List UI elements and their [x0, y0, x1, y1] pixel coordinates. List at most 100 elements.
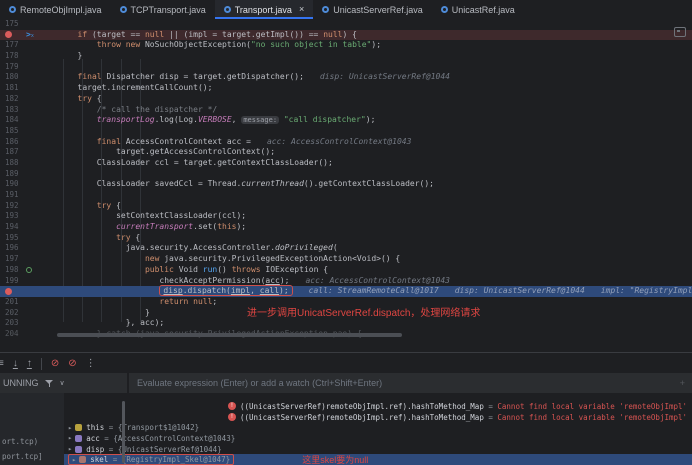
more-icon[interactable]: ⋮ [86, 359, 96, 369]
thread-item[interactable]: port.tcp] [2, 452, 43, 461]
code-token: new [145, 254, 159, 263]
code-text: final AccessControlContext acc =acc: Acc… [39, 137, 692, 148]
code-line-196[interactable]: 196 java.security.AccessController.doPri… [0, 243, 692, 254]
code-line-181[interactable]: 181 target.incrementCallCount(); [0, 83, 692, 94]
tab-unicastref-java[interactable]: UnicastRef.java [432, 0, 524, 19]
line-number: 195 [0, 233, 26, 244]
step-into-icon[interactable]: ↓ [13, 359, 18, 369]
mute-breakpoints-icon[interactable]: ⊘ [51, 359, 59, 369]
code-line-176[interactable]: >x if (target == null || (impl = target.… [0, 30, 692, 41]
gutter [26, 94, 39, 105]
code-token: transportLog [97, 115, 155, 124]
code-line-192[interactable]: 192 try { [0, 201, 692, 212]
gutter [26, 190, 39, 201]
evaluate-expression-input[interactable]: Evaluate expression (Enter) or add a wat… [129, 378, 692, 388]
code-token: null [145, 30, 164, 39]
code-line-185[interactable]: 185 [0, 126, 692, 137]
code-line-183[interactable]: 183 /* call the dispatcher */ [0, 105, 692, 116]
tab-transport-java[interactable]: Transport.java× [215, 0, 313, 19]
code-text: final Dispatcher disp = target.getDispat… [39, 72, 692, 83]
chevron-down-icon[interactable]: ∨ [60, 379, 65, 387]
editor-widget-icon[interactable] [674, 27, 686, 37]
variable-row-acc[interactable]: ▸acc = {AccessControlContext@1043} [64, 433, 692, 444]
variable-row-disp[interactable]: ▸disp = {UnicastServerRef@1044} [64, 444, 692, 455]
variable-name: acc [86, 434, 100, 443]
code-line-177[interactable]: 177 throw new NoSuchObjectException("no … [0, 40, 692, 51]
step-out-icon[interactable]: ↑ [27, 359, 32, 369]
code-line-178[interactable]: 178 } [0, 51, 692, 62]
code-line-184[interactable]: 184 transportLog.log(Log.VERBOSE, messag… [0, 115, 692, 126]
line-number: 182 [0, 94, 26, 105]
debug-header-row: UNNING ∨ Evaluate expression (Enter) or … [0, 373, 692, 393]
code-line-199[interactable]: 199 checkAcceptPermission(acc);acc: Acce… [0, 276, 692, 287]
code-token: || (impl = target.getImpl()) == [164, 30, 323, 39]
code-text: transportLog.log(Log.VERBOSE, message: "… [39, 115, 692, 126]
code-line-187[interactable]: 187 target.getAccessControlContext(); [0, 147, 692, 158]
threads-dropdown[interactable]: UNNING ∨ [0, 378, 73, 388]
code-token: Dispatcher disp = target.getDispatcher()… [102, 72, 304, 81]
code-line-195[interactable]: 195 try { [0, 233, 692, 244]
code-token: { [92, 94, 102, 103]
equals: = [484, 413, 498, 422]
code-line-198[interactable]: 198 public Void run() throws IOException… [0, 265, 692, 276]
variable-name: this [86, 423, 104, 432]
filter-icon[interactable] [45, 379, 54, 388]
breakpoint-icon[interactable] [5, 31, 12, 38]
debugger-inline-hint: call: StreamRemoteCall@1017 [309, 286, 439, 295]
java-class-icon [120, 6, 127, 13]
overrides-icon[interactable] [26, 267, 32, 273]
breakpoint-icon[interactable] [5, 288, 12, 295]
variable-row-this[interactable]: ▸this = {Transport$1@1042} [64, 422, 692, 433]
code-line-197[interactable]: 197 new java.security.PrivilegedExceptio… [0, 254, 692, 265]
settings-icon[interactable]: ≡ [0, 359, 4, 369]
error-icon: ! [228, 402, 236, 410]
code-token: , [232, 115, 242, 124]
line-number: 178 [0, 51, 26, 62]
code-line-186[interactable]: 186 final AccessControlContext acc =acc:… [0, 137, 692, 148]
code-line-179[interactable]: 179 [0, 62, 692, 73]
code-line-175[interactable]: 175 [0, 19, 692, 30]
gutter [26, 297, 39, 308]
watch-row[interactable]: !((UnicastServerRef)remoteObjImpl.ref).h… [64, 401, 692, 412]
chevron-right-icon[interactable]: ▸ [72, 456, 76, 464]
close-tab-icon[interactable]: × [299, 5, 304, 14]
remove-all-breakpoints-icon[interactable]: ⊘ [68, 359, 76, 369]
code-token: new [126, 40, 140, 49]
threads-panel[interactable]: ort.tcp) port.tcp] [0, 393, 64, 465]
thread-item[interactable]: ort.tcp) [2, 437, 38, 446]
variable-name: skel [90, 455, 108, 464]
line-number: 175 [0, 19, 26, 30]
tab-remoteobjimpl-java[interactable]: RemoteObjImpl.java [0, 0, 111, 19]
tab-unicastserverref-java[interactable]: UnicastServerRef.java [313, 0, 432, 19]
tab-tcptransport-java[interactable]: TCPTransport.java [111, 0, 215, 19]
code-line-180[interactable]: 180 final Dispatcher disp = target.getDi… [0, 72, 692, 83]
code-line-188[interactable]: 188 ClassLoader ccl = target.getContextC… [0, 158, 692, 169]
add-watch-icon[interactable]: + [680, 378, 685, 388]
code-line-193[interactable]: 193 setContextClassLoader(ccl); [0, 211, 692, 222]
chevron-right-icon[interactable]: ▸ [68, 434, 72, 442]
code-editor[interactable]: 175>x if (target == null || (impl = targ… [0, 19, 692, 352]
code-text: /* call the dispatcher */ [39, 105, 692, 116]
gutter [26, 72, 39, 83]
code-line-194[interactable]: 194 currentTransport.set(this); [0, 222, 692, 233]
code-line-191[interactable]: 191 [0, 190, 692, 201]
variable-row-skel[interactable]: ▸skel = {RegistryImpl_Skel@1047}这里skel要为… [64, 454, 692, 465]
threads-label: UNNING [3, 378, 39, 388]
chevron-right-icon[interactable]: ▸ [68, 424, 72, 432]
code-text [39, 169, 692, 180]
line-number: 201 [0, 297, 26, 308]
line-number [0, 30, 26, 41]
watch-error-message: Cannot find local variable 'remoteObjImp… [497, 413, 687, 422]
vertical-scrollbar[interactable] [122, 401, 125, 463]
code-line-189[interactable]: 189 [0, 169, 692, 180]
watch-row[interactable]: !((UnicastServerRef)remoteObjImpl.ref).h… [64, 412, 692, 423]
code-line-190[interactable]: 190 ClassLoader savedCcl = Thread.curren… [0, 179, 692, 190]
code-line-203[interactable]: 203 }, acc); [0, 318, 692, 329]
code-line-200[interactable]: disp.dispatch(impl, call);call: StreamRe… [0, 286, 692, 297]
horizontal-scrollbar[interactable] [57, 333, 402, 337]
gutter [26, 201, 39, 212]
code-line-182[interactable]: 182 try { [0, 94, 692, 105]
chevron-right-icon[interactable]: ▸ [68, 445, 72, 453]
gutter [26, 308, 39, 319]
gutter [26, 211, 39, 222]
